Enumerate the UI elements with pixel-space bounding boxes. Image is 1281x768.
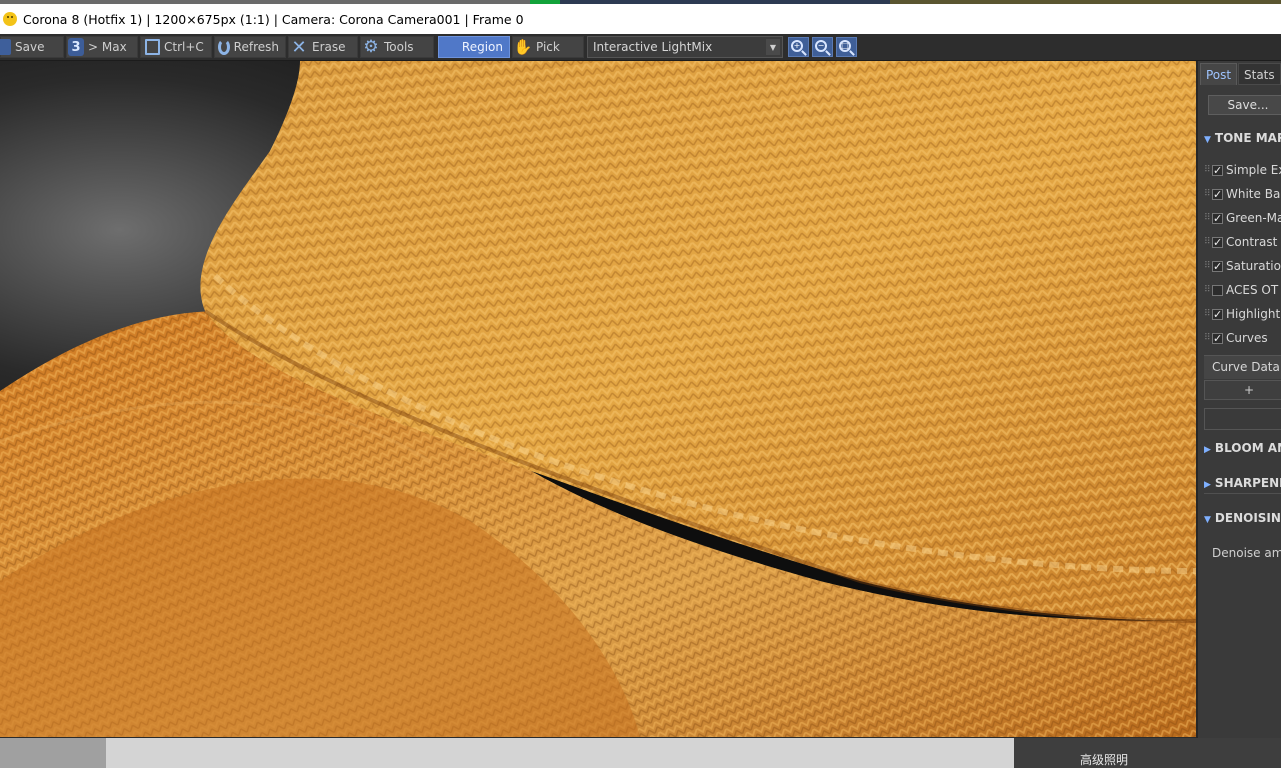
save-button[interactable]: Save <box>0 36 64 58</box>
region-icon <box>440 38 458 56</box>
operator-label: Simple Ex <box>1226 163 1281 177</box>
render-image <box>0 61 1196 737</box>
region-button-label: Region <box>461 40 503 54</box>
curve-data-label: Curve Data <box>1204 355 1281 379</box>
region-button[interactable]: Region <box>438 36 510 58</box>
operator-label: Saturation <box>1226 259 1281 273</box>
pick-button-label: Pick <box>536 40 560 54</box>
checkbox[interactable] <box>1212 210 1223 228</box>
save-button-label: Save <box>15 40 45 54</box>
erase-button[interactable]: ✕ Erase <box>288 36 358 58</box>
send-to-max-button[interactable]: 3 > Max <box>66 36 138 58</box>
checkbox[interactable] <box>1212 330 1223 348</box>
copy-button[interactable]: Ctrl+C <box>140 36 212 58</box>
zoom-fit-icon: □ <box>839 39 851 52</box>
sharpening-section-header[interactable]: ▶ SHARPENI <box>1204 474 1281 492</box>
operator-label: Highlight <box>1226 307 1281 321</box>
save-preset-button[interactable]: Save... <box>1208 95 1281 115</box>
lightmix-mode-select[interactable]: Interactive LightMix ▼ <box>587 36 783 58</box>
background-app-strip: 高级照明 <box>0 738 1281 768</box>
denoise-amount-label: Denoise am <box>1212 546 1281 560</box>
checkbox[interactable] <box>1212 258 1223 276</box>
send-to-max-label: > Max <box>88 40 127 54</box>
drag-handle-icon[interactable]: ⠿ <box>1204 281 1211 299</box>
erase-icon: ✕ <box>291 36 307 58</box>
operator-curves[interactable]: ⠿ Curves <box>1204 329 1268 348</box>
sharpening-title: SHARPENI <box>1214 476 1281 490</box>
denoising-section-header[interactable]: ▼DENOISING <box>1204 509 1281 527</box>
window-title: Corona 8 (Hotfix 1) | 1200×675px (1:1) |… <box>23 11 524 27</box>
checkbox[interactable] <box>1212 234 1223 252</box>
drag-handle-icon[interactable]: ⠿ <box>1204 185 1211 203</box>
refresh-button[interactable]: Refresh <box>214 36 286 58</box>
checkbox[interactable] <box>1212 162 1223 180</box>
drag-handle-icon[interactable]: ⠿ <box>1204 209 1211 227</box>
triangle-right-icon: ▶ <box>1204 480 1211 490</box>
operator-label: ACES OT <box>1226 283 1279 297</box>
erase-button-label: Erase <box>312 40 346 54</box>
vfb-toolbar: Save 3 > Max Ctrl+C Refresh ✕ Erase ⚙ To… <box>0 34 1281 61</box>
triangle-right-icon: ▶ <box>1204 445 1211 455</box>
chevron-down-icon[interactable]: ▼ <box>766 39 780 55</box>
advanced-lighting-label: 高级照明 <box>1080 753 1129 767</box>
operator-label: Green-Ma <box>1226 211 1281 225</box>
add-operator-button[interactable]: + <box>1204 380 1281 400</box>
tab-stats[interactable]: Stats <box>1238 63 1281 85</box>
operator-contrast[interactable]: ⠿ Contrast <box>1204 233 1278 252</box>
smiley-icon <box>3 12 17 26</box>
pick-button[interactable]: ✋ Pick <box>512 36 584 58</box>
refresh-icon <box>218 39 230 55</box>
operator-field[interactable] <box>1204 408 1281 430</box>
drag-handle-icon[interactable]: ⠿ <box>1204 257 1211 275</box>
drag-handle-icon[interactable]: ⠿ <box>1204 329 1211 347</box>
material-thumbnail <box>0 738 106 768</box>
window-title-bar: Corona 8 (Hotfix 1) | 1200×675px (1:1) |… <box>0 4 1281 34</box>
denoising-title: DENOISING <box>1214 511 1281 525</box>
gear-icon: ⚙ <box>363 37 379 57</box>
operator-label: White Bal <box>1226 187 1281 201</box>
triangle-down-icon: ▼ <box>1204 135 1211 145</box>
checkbox[interactable] <box>1212 284 1223 296</box>
operator-label: Curves <box>1226 331 1268 345</box>
operator-aces-ot[interactable]: ⠿ ACES OT <box>1204 281 1278 299</box>
copy-icon <box>145 39 160 55</box>
operator-white-balance[interactable]: ⠿ White Bal <box>1204 185 1281 204</box>
bloom-section-header[interactable]: ▶ BLOOM AN <box>1204 439 1281 457</box>
zoom-in-button[interactable]: + <box>788 37 809 57</box>
3dsmax-icon: 3 <box>68 38 84 56</box>
zoom-in-icon: + <box>791 39 803 52</box>
viewport-mesh-preview <box>106 738 1014 768</box>
post-panel: Post Stats Save... ▼TONE MAP ⠿Simple Ex … <box>1196 61 1281 738</box>
operator-simple-exposure[interactable]: ⠿ Simple Ex <box>1204 161 1281 180</box>
checkbox[interactable] <box>1212 186 1223 204</box>
tone-mapping-section-header[interactable]: ▼ TONE MAP <box>1204 129 1281 147</box>
checkbox[interactable] <box>1212 306 1223 324</box>
operator-saturation[interactable]: ⠿ Saturation <box>1204 257 1281 276</box>
floppy-icon <box>0 39 11 55</box>
drag-handle-icon[interactable]: ⠿ <box>1204 161 1211 179</box>
tools-button-label: Tools <box>384 40 414 54</box>
refresh-button-label: Refresh <box>233 40 279 54</box>
divider <box>1204 493 1281 494</box>
operator-label: Contrast <box>1226 235 1278 249</box>
triangle-down-icon: ▼ <box>1204 515 1211 525</box>
tools-button[interactable]: ⚙ Tools <box>360 36 434 58</box>
operator-highlight[interactable]: ⠿ Highlight <box>1204 305 1281 324</box>
tab-post[interactable]: Post <box>1200 63 1238 85</box>
copy-button-label: Ctrl+C <box>164 40 204 54</box>
bloom-title: BLOOM AN <box>1214 441 1281 455</box>
zoom-out-button[interactable]: − <box>812 37 833 57</box>
drag-handle-icon[interactable]: ⠿ <box>1204 233 1211 251</box>
drag-handle-icon[interactable]: ⠿ <box>1204 305 1211 323</box>
background-panel <box>1014 738 1281 768</box>
operator-green-magenta[interactable]: ⠿ Green-Ma <box>1204 209 1281 228</box>
hand-icon: ✋ <box>513 38 533 56</box>
zoom-out-icon: − <box>815 39 827 52</box>
lightmix-mode-value: Interactive LightMix <box>593 40 713 54</box>
zoom-fit-button[interactable]: □ <box>836 37 857 57</box>
render-viewport[interactable] <box>0 61 1196 737</box>
tone-mapping-title: TONE MAP <box>1214 131 1281 145</box>
